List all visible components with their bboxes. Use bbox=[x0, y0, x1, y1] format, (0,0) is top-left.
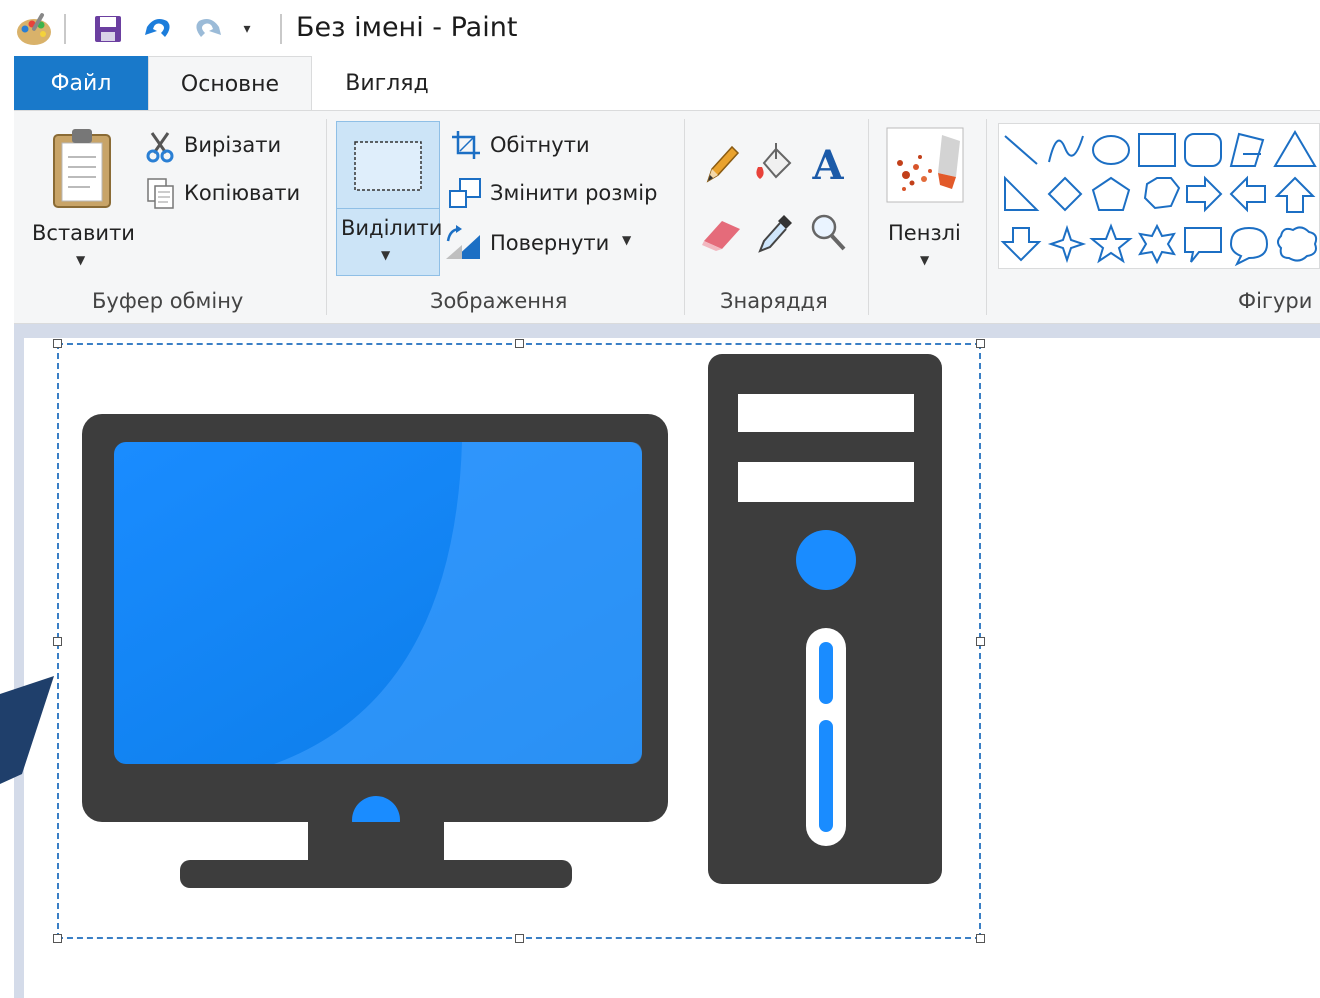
brushes-button[interactable]: Пензлі ▼ bbox=[880, 121, 976, 271]
redo-button[interactable] bbox=[190, 10, 226, 48]
shapes-gallery[interactable] bbox=[998, 123, 1320, 269]
line-shape-icon bbox=[1004, 135, 1038, 165]
chevron-down-icon: ▼ bbox=[381, 248, 391, 262]
undo-button[interactable] bbox=[140, 10, 176, 48]
paint-app-icon[interactable] bbox=[14, 10, 54, 48]
four-point-star-shape-icon bbox=[1047, 224, 1087, 264]
right-triangle-shape-icon bbox=[1004, 175, 1040, 211]
magnifier-icon[interactable] bbox=[808, 211, 848, 255]
rectangle-shape-icon bbox=[1138, 133, 1176, 167]
ribbon: Вставити ▼ Вирізати Копіювати Буфер обмі… bbox=[14, 110, 1320, 324]
group-separator bbox=[684, 119, 685, 315]
diamond-shape-icon bbox=[1047, 176, 1083, 212]
group-label-tools: Знаряддя bbox=[720, 289, 828, 313]
select-label: Виділити bbox=[341, 216, 443, 240]
oval-shape-icon bbox=[1092, 135, 1130, 165]
brush-icon bbox=[886, 127, 964, 203]
hexagon-shape-icon bbox=[1143, 177, 1181, 210]
tab-view[interactable]: Вигляд bbox=[312, 56, 462, 111]
text-tool-glyph: A bbox=[811, 142, 844, 185]
resize-handle[interactable] bbox=[976, 339, 985, 348]
color-picker-icon[interactable] bbox=[756, 211, 796, 255]
six-point-star-shape-icon bbox=[1138, 223, 1176, 265]
group-label-image: Зображення bbox=[430, 289, 568, 313]
chevron-down-icon: ▼ bbox=[622, 233, 632, 247]
resize-handle[interactable] bbox=[53, 339, 62, 348]
rounded-rectangle-shape-icon bbox=[1184, 133, 1222, 167]
customize-quick-access-button[interactable]: ▾ bbox=[236, 14, 258, 44]
save-button[interactable] bbox=[90, 10, 126, 48]
rectangle-callout-shape-icon bbox=[1184, 227, 1222, 263]
resize-handle[interactable] bbox=[976, 637, 985, 646]
resize-handle[interactable] bbox=[53, 934, 62, 943]
cloud-callout-shape-icon bbox=[1277, 226, 1318, 262]
group-label-clipboard: Буфер обміну bbox=[92, 289, 244, 313]
drawing-canvas[interactable] bbox=[24, 338, 1320, 998]
up-arrow-shape-icon bbox=[1274, 176, 1316, 213]
group-separator bbox=[326, 119, 327, 315]
group-separator bbox=[868, 119, 869, 315]
cut-label: Вирізати bbox=[184, 133, 282, 157]
shapes-gallery-icons bbox=[1000, 130, 1318, 267]
resize-handle[interactable] bbox=[976, 934, 985, 943]
group-separator bbox=[986, 119, 987, 315]
selection-rect-icon bbox=[354, 141, 422, 191]
paste-label: Вставити bbox=[32, 221, 135, 245]
title-bar: ▾ Без імені - Paint bbox=[0, 0, 1320, 56]
down-arrow-shape-icon bbox=[1000, 227, 1042, 262]
pencil-icon[interactable] bbox=[702, 143, 742, 185]
rotate-icon bbox=[446, 225, 480, 259]
save-icon bbox=[95, 16, 121, 42]
select-button[interactable]: Виділити ▼ bbox=[336, 121, 443, 276]
five-point-star-shape-icon bbox=[1089, 223, 1133, 264]
rotate-label: Повернути bbox=[490, 231, 610, 255]
crop-label: Обітнути bbox=[490, 133, 590, 157]
chevron-down-icon: ▼ bbox=[76, 253, 86, 267]
crop-icon bbox=[452, 131, 480, 159]
title-separator bbox=[64, 14, 66, 44]
customize-dropdown-icon: ▾ bbox=[243, 21, 251, 37]
copy-icon bbox=[147, 178, 174, 209]
copy-button[interactable]: Копіювати bbox=[144, 177, 314, 213]
window-title: Без імені - Paint bbox=[296, 12, 518, 43]
resize-handle[interactable] bbox=[515, 934, 524, 943]
cut-button[interactable]: Вирізати bbox=[144, 129, 304, 165]
chevron-down-icon: ▼ bbox=[920, 253, 930, 267]
selection-rectangle[interactable] bbox=[57, 343, 981, 939]
split-divider bbox=[337, 208, 439, 209]
oval-callout-shape-icon bbox=[1229, 226, 1269, 267]
scissors-icon bbox=[146, 132, 174, 163]
paste-button[interactable]: Вставити ▼ bbox=[28, 121, 138, 271]
fill-icon[interactable] bbox=[754, 141, 796, 185]
resize-handle[interactable] bbox=[53, 637, 62, 646]
resize-handle[interactable] bbox=[515, 339, 524, 348]
resize-label: Змінити розмір bbox=[490, 181, 658, 205]
clipboard-paste-icon bbox=[53, 129, 111, 208]
title-separator bbox=[280, 14, 282, 44]
left-arrow-shape-icon bbox=[1229, 175, 1266, 213]
ribbon-tabs: Файл Основне Вигляд bbox=[0, 56, 1320, 111]
callout-arrow-icon bbox=[0, 676, 54, 784]
undo-icon bbox=[145, 19, 170, 37]
redo-icon bbox=[196, 19, 221, 37]
copy-label: Копіювати bbox=[184, 181, 301, 205]
text-icon[interactable]: A bbox=[808, 141, 848, 185]
workspace bbox=[14, 324, 1320, 998]
group-label-shapes: Фігури bbox=[1238, 289, 1313, 313]
resize-button[interactable]: Змінити розмір bbox=[448, 177, 678, 213]
triangle-shape-icon bbox=[1273, 130, 1317, 167]
crop-button[interactable]: Обітнути bbox=[448, 129, 638, 165]
curve-shape-icon bbox=[1048, 135, 1084, 163]
tab-home[interactable]: Основне bbox=[148, 56, 312, 111]
resize-icon bbox=[449, 178, 481, 208]
right-arrow-shape-icon bbox=[1186, 175, 1223, 213]
rotate-button[interactable]: Повернути ▼ bbox=[444, 223, 654, 263]
eraser-icon[interactable] bbox=[700, 215, 744, 253]
tab-file[interactable]: Файл bbox=[14, 56, 148, 111]
brushes-label: Пензлі bbox=[888, 221, 961, 245]
polygon-shape-icon bbox=[1229, 132, 1265, 167]
pentagon-shape-icon bbox=[1091, 176, 1131, 211]
